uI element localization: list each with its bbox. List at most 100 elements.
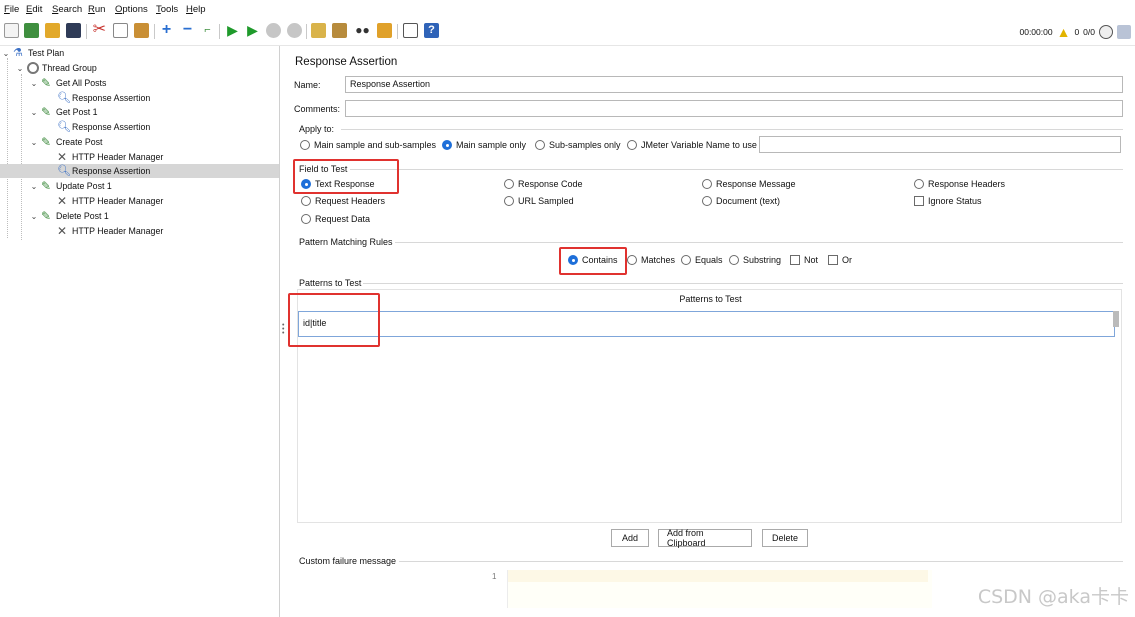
- radio-icon: [301, 214, 311, 224]
- open-icon[interactable]: [45, 23, 60, 38]
- expand-toggle[interactable]: ⌄: [16, 64, 24, 73]
- section-divider: [341, 129, 1123, 130]
- apply-main-only-radio[interactable]: Main sample only: [442, 140, 526, 150]
- option-label: Or: [842, 255, 852, 265]
- shutdown-icon[interactable]: [287, 23, 302, 38]
- apply-sub-only-radio[interactable]: Sub-samples only: [535, 140, 621, 150]
- tree-node-label: HTTP Header Manager: [72, 152, 164, 162]
- toolbar: ✂ + − ⌐ ▶ ▶ ●● ? 00:00:00 ▲ 0 0/0: [0, 18, 1135, 46]
- menu-tools[interactable]: Tools: [156, 4, 178, 15]
- tree-node-thread-group[interactable]: ⌄ Thread Group: [16, 61, 97, 75]
- table-scrollbar[interactable]: [1113, 311, 1119, 327]
- new-icon[interactable]: [4, 23, 19, 38]
- tree-node-http-header-manager[interactable]: ✕ HTTP Header Manager: [57, 150, 163, 164]
- comments-label: Comments:: [294, 104, 341, 114]
- clear-icon[interactable]: [311, 23, 326, 38]
- delete-button[interactable]: Delete: [762, 529, 808, 547]
- option-label: Request Data: [315, 214, 371, 224]
- field-response-code-radio[interactable]: Response Code: [504, 179, 583, 189]
- field-url-sampled-radio[interactable]: URL Sampled: [504, 196, 574, 206]
- radio-icon: [535, 140, 545, 150]
- menu-help[interactable]: Help: [186, 4, 206, 15]
- rule-equals-radio[interactable]: Equals: [681, 255, 723, 265]
- tree-node-test-plan[interactable]: ⌄ ⚗ Test Plan: [2, 46, 65, 60]
- assertion-icon: 🔍︎: [57, 165, 71, 177]
- tree-node-get-all-posts[interactable]: ⌄ ✎ Get All Posts: [30, 76, 107, 90]
- radio-icon: [300, 140, 310, 150]
- field-request-headers-radio[interactable]: Request Headers: [301, 196, 385, 206]
- field-response-headers-radio[interactable]: Response Headers: [914, 179, 1005, 189]
- checkbox-icon: [790, 255, 800, 265]
- toolbar-separator: [154, 24, 155, 39]
- rule-matches-radio[interactable]: Matches: [627, 255, 675, 265]
- collapse-icon[interactable]: −: [180, 22, 195, 38]
- name-field[interactable]: Response Assertion: [345, 76, 1123, 93]
- toggle-icon[interactable]: ⌐: [200, 23, 215, 38]
- menu-search[interactable]: Search: [52, 4, 82, 15]
- tree-node-update-post-1[interactable]: ⌄ ✎ Update Post 1: [30, 179, 112, 193]
- paste-icon[interactable]: [134, 23, 149, 38]
- http-sampler-icon: ✎: [41, 105, 52, 119]
- failure-message-editor[interactable]: [507, 570, 932, 608]
- apply-jmeter-variable-radio[interactable]: JMeter Variable Name to use: [627, 140, 757, 150]
- patterns-column-header[interactable]: Patterns to Test: [298, 294, 1123, 304]
- cut-icon[interactable]: ✂: [92, 22, 107, 38]
- tree-node-response-assertion[interactable]: 🔍︎ Response Assertion: [57, 120, 150, 134]
- option-label: Main sample and sub-samples: [314, 140, 437, 150]
- copy-icon[interactable]: [113, 23, 128, 38]
- rule-not-checkbox[interactable]: Not: [790, 255, 818, 265]
- highlight-pattern: [288, 293, 380, 347]
- pattern-row[interactable]: id|title: [298, 311, 1115, 337]
- radio-icon: [681, 255, 691, 265]
- save-icon[interactable]: [66, 23, 81, 38]
- tree-node-get-post-1[interactable]: ⌄ ✎ Get Post 1: [30, 105, 98, 119]
- elapsed-timer: 00:00:00: [1019, 27, 1053, 37]
- add-from-clipboard-button[interactable]: Add from Clipboard: [658, 528, 752, 548]
- menu-options[interactable]: Options: [115, 4, 148, 15]
- search-icon[interactable]: ●●: [355, 23, 370, 38]
- option-label: Response Code: [518, 179, 583, 189]
- expand-toggle[interactable]: ⌄: [30, 79, 38, 88]
- field-response-message-radio[interactable]: Response Message: [702, 179, 796, 189]
- help-icon[interactable]: ?: [424, 23, 439, 38]
- remote-engines-icon[interactable]: [1099, 25, 1113, 39]
- tree-node-create-post[interactable]: ⌄ ✎ Create Post: [30, 135, 103, 149]
- expand-toggle[interactable]: ⌄: [2, 49, 10, 58]
- assertion-panel: Response Assertion Name: Response Assert…: [287, 46, 1135, 617]
- radio-icon: [627, 255, 637, 265]
- expand-icon[interactable]: +: [159, 22, 174, 38]
- menu-run[interactable]: Run: [88, 4, 105, 15]
- jmeter-variable-field[interactable]: [759, 136, 1121, 153]
- start-icon[interactable]: ▶: [225, 23, 240, 38]
- field-document-text-radio[interactable]: Document (text): [702, 196, 780, 206]
- add-button[interactable]: Add: [611, 529, 649, 547]
- log-icon[interactable]: [1117, 25, 1131, 39]
- reset-search-icon[interactable]: [377, 23, 392, 38]
- expand-toggle[interactable]: ⌄: [30, 138, 38, 147]
- tree-node-label: Get All Posts: [56, 78, 107, 88]
- menu-file[interactable]: File: [4, 4, 19, 15]
- rule-substring-radio[interactable]: Substring: [729, 255, 781, 265]
- tree-node-response-assertion-selected[interactable]: 🔍︎ Response Assertion: [0, 164, 279, 178]
- warning-icon[interactable]: ▲: [1057, 24, 1071, 40]
- rule-or-checkbox[interactable]: Or: [828, 255, 852, 265]
- field-request-data-radio[interactable]: Request Data: [301, 214, 370, 224]
- menu-edit[interactable]: Edit: [26, 4, 42, 15]
- tree-node-http-header-manager[interactable]: ✕ HTTP Header Manager: [57, 194, 163, 208]
- tree-node-response-assertion[interactable]: 🔍︎ Response Assertion: [57, 91, 150, 105]
- expand-toggle[interactable]: ⌄: [30, 212, 38, 221]
- stop-icon[interactable]: [266, 23, 281, 38]
- comments-field[interactable]: [345, 100, 1123, 117]
- apply-main-and-sub-radio[interactable]: Main sample and sub-samples: [300, 140, 436, 150]
- function-helper-icon[interactable]: [403, 23, 418, 38]
- expand-toggle[interactable]: ⌄: [30, 108, 38, 117]
- templates-icon[interactable]: [24, 23, 39, 38]
- ignore-status-checkbox[interactable]: Ignore Status: [914, 196, 982, 206]
- expand-toggle[interactable]: ⌄: [30, 182, 38, 191]
- tree-node-http-header-manager[interactable]: ✕ HTTP Header Manager: [57, 224, 163, 238]
- radio-icon: [702, 179, 712, 189]
- toolbar-separator: [86, 24, 87, 39]
- start-no-pause-icon[interactable]: ▶: [245, 23, 260, 38]
- tree-node-delete-post-1[interactable]: ⌄ ✎ Delete Post 1: [30, 209, 109, 223]
- clear-all-icon[interactable]: [332, 23, 347, 38]
